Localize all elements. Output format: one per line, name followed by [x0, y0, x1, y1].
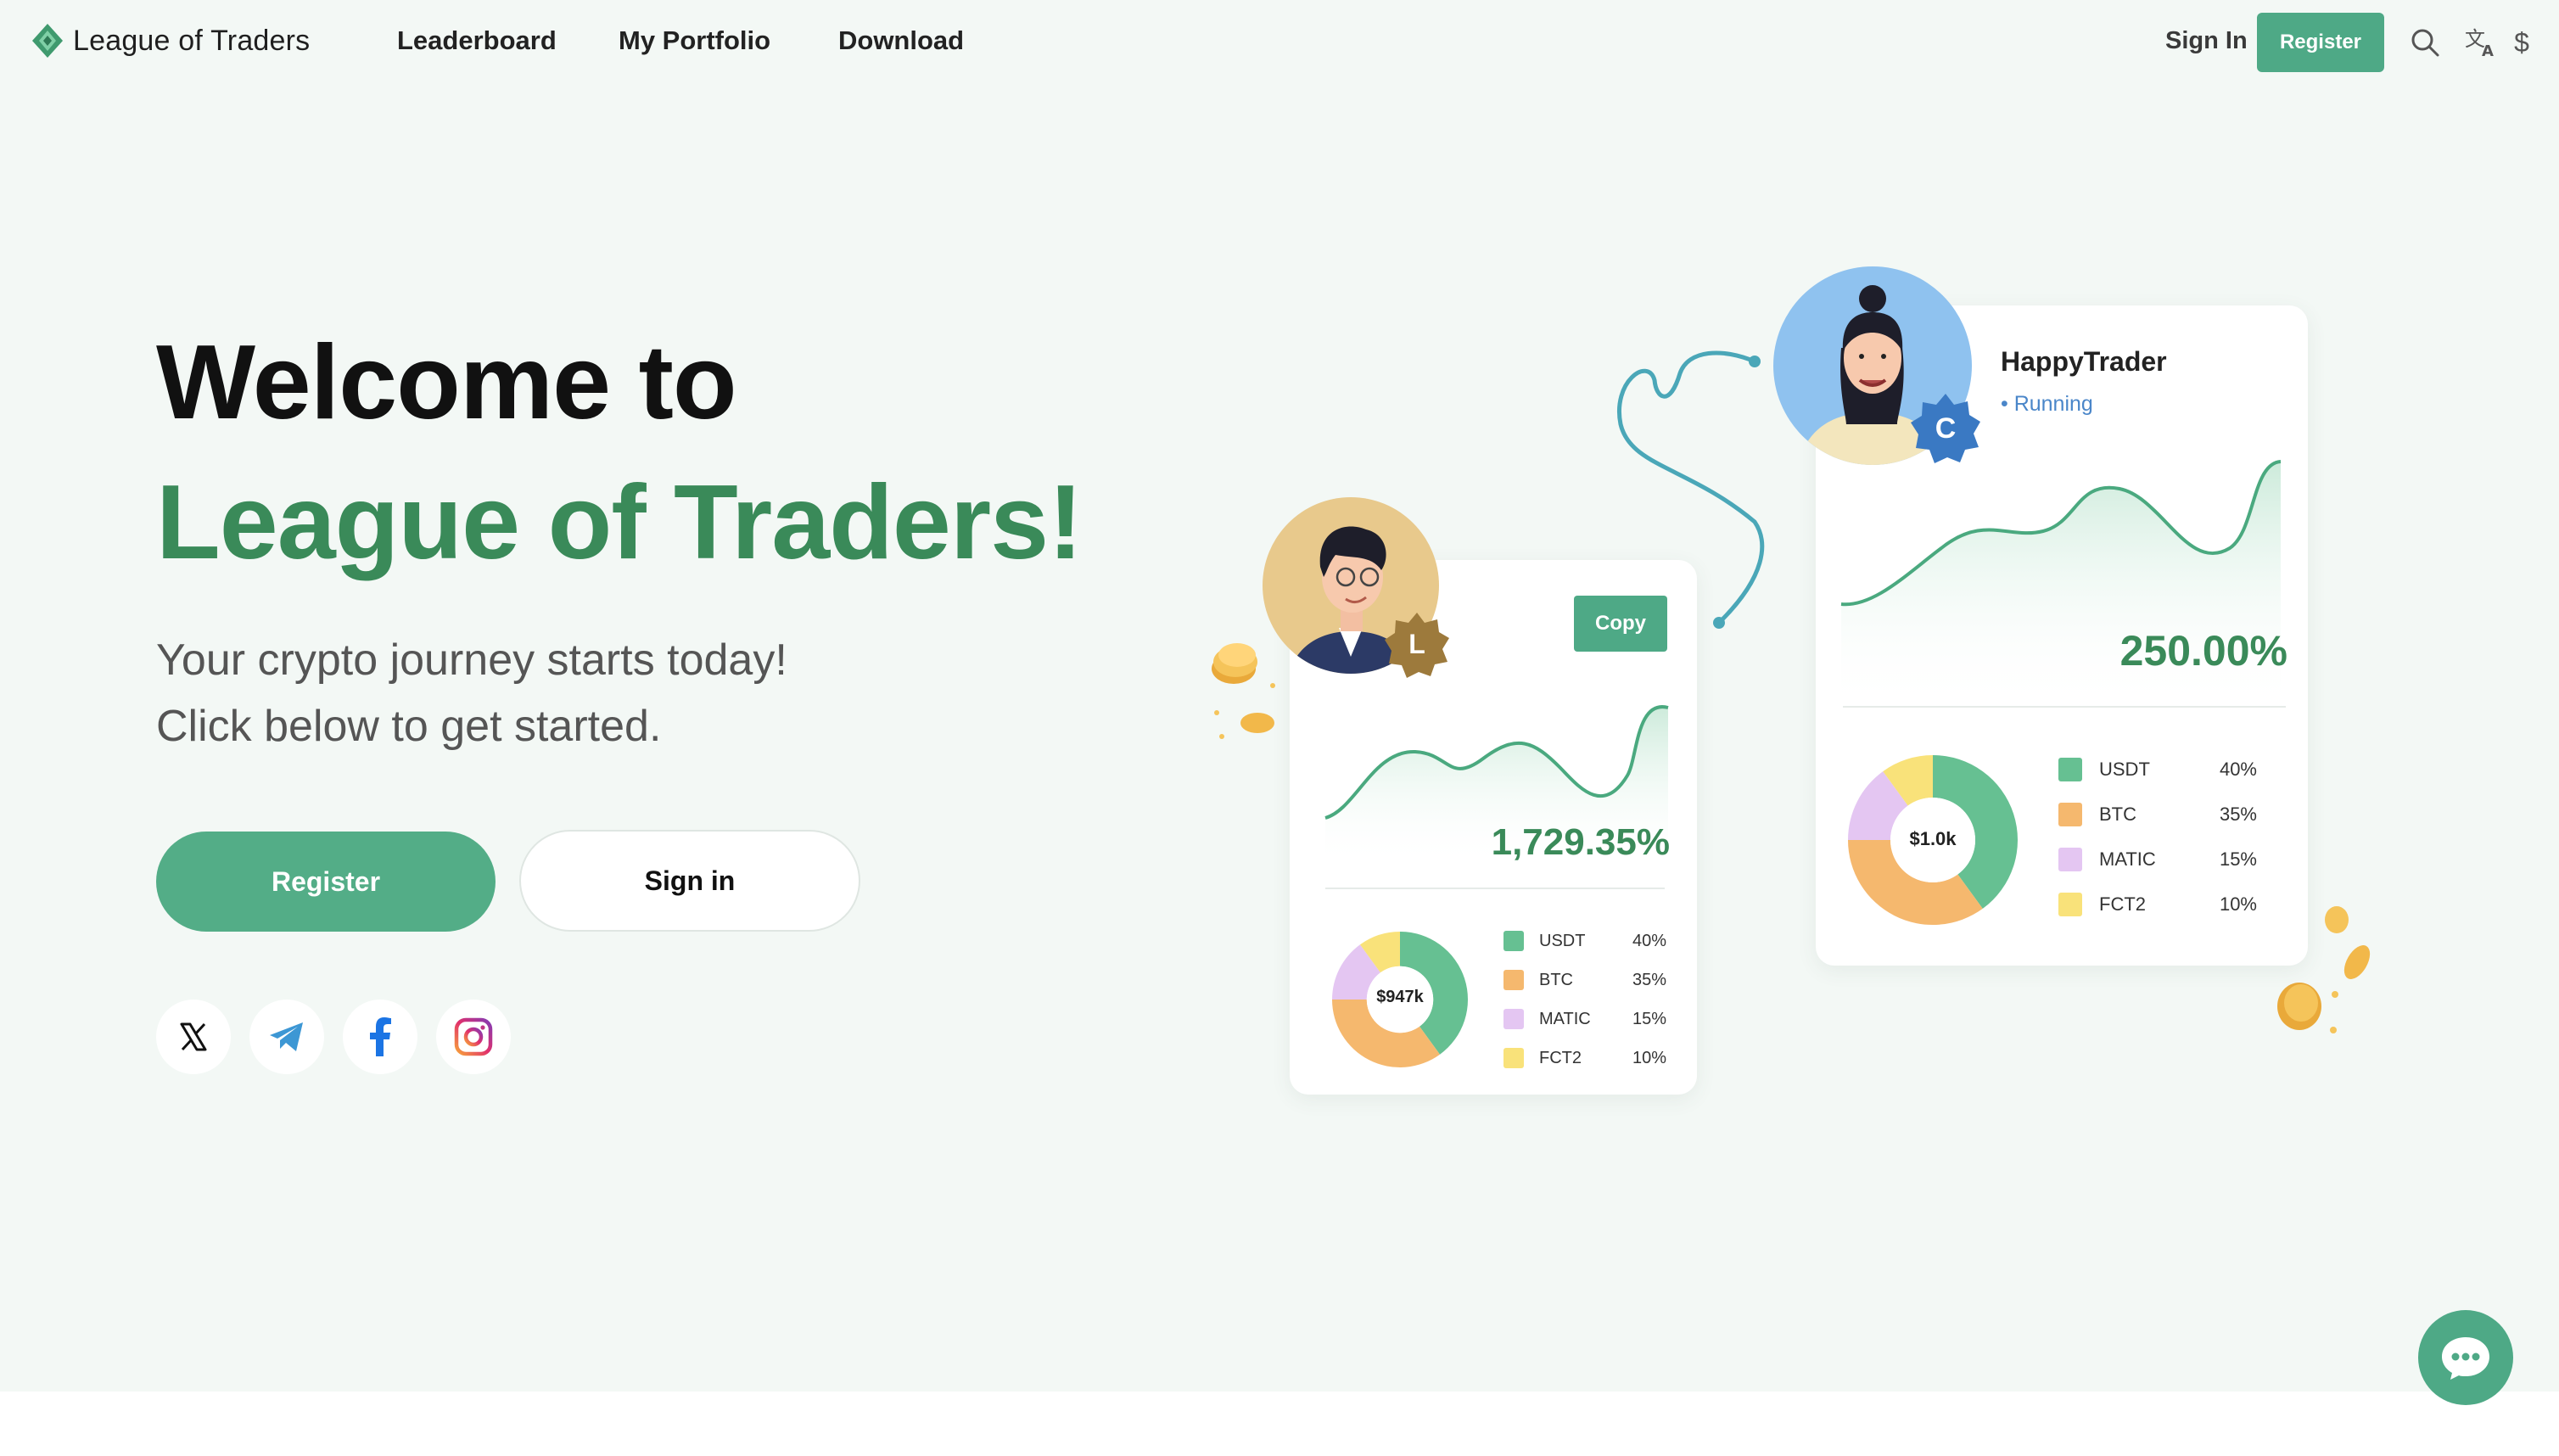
logo-text: League of Traders: [73, 24, 311, 57]
legend-row-fct2: FCT2 10%: [2058, 882, 2257, 927]
legend-row-matic: MATIC 15%: [2058, 837, 2257, 882]
facebook-icon[interactable]: [343, 1000, 417, 1074]
legend-row-usdt: USDT 40%: [2058, 747, 2257, 792]
legend-pct: 15%: [1632, 1009, 1666, 1028]
legend-asset: FCT2: [2099, 893, 2146, 915]
rank-badge-right-letter: C: [1935, 412, 1957, 445]
legend-asset: MATIC: [1539, 1009, 1591, 1028]
legend-pct: 15%: [2219, 848, 2257, 870]
rank-badge-left: L: [1385, 613, 1449, 678]
legend-swatch-fct2: [1503, 1048, 1524, 1068]
rank-badge-left-letter: L: [1408, 629, 1425, 659]
rank-badge-right: C: [1911, 394, 1980, 463]
logo[interactable]: League of Traders: [31, 22, 310, 59]
legend-row-btc: BTC 35%: [2058, 792, 2257, 837]
legend-swatch-matic: [1503, 1009, 1524, 1029]
nav-download[interactable]: Download: [838, 25, 964, 56]
legend-pct: 35%: [1632, 970, 1666, 989]
search-icon[interactable]: [2408, 25, 2442, 59]
allocation-legend-right: USDT 40% BTC 35% MATIC 15% FCT2 10%: [2058, 747, 2257, 927]
legend-swatch-btc: [2058, 802, 2082, 826]
legend-row-matic: MATIC 15%: [1503, 1000, 1666, 1039]
legend-pct: 40%: [2219, 758, 2257, 780]
legend-swatch-fct2: [2058, 892, 2082, 916]
legend-asset: FCT2: [1539, 1048, 1582, 1067]
card-divider-right: [1843, 706, 2286, 708]
legend-pct: 35%: [2219, 803, 2257, 825]
nav-my-portfolio[interactable]: My Portfolio: [619, 25, 770, 56]
currency-icon[interactable]: $: [2505, 25, 2539, 59]
legend-pct: 10%: [1632, 1048, 1666, 1067]
top-navigation: League of Traders Leaderboard My Portfol…: [0, 0, 2559, 85]
hero-register-button[interactable]: Register: [156, 832, 496, 932]
legend-swatch-matic: [2058, 847, 2082, 871]
trader-name[interactable]: HappyTrader: [2001, 346, 2167, 378]
telegram-icon[interactable]: [249, 1000, 324, 1074]
page-footer-band: [0, 1392, 2559, 1456]
x-icon[interactable]: [156, 1000, 231, 1074]
translate-icon[interactable]: 文 A: [2464, 25, 2498, 59]
hero-title-line2: League of Traders!: [156, 464, 1083, 581]
chat-bubble-icon: [2442, 1337, 2489, 1380]
hero-subtitle-line1: Your crypto journey starts today!: [156, 636, 787, 685]
logo-diamond-icon: [32, 24, 63, 58]
legend-pct: 40%: [1632, 931, 1666, 950]
allocation-legend-left: USDT 40% BTC 35% MATIC 15% FCT2 10%: [1503, 921, 1666, 1078]
hero-subtitle-line2: Click below to get started.: [156, 702, 662, 751]
chat-support-button[interactable]: [2418, 1310, 2513, 1405]
legend-asset: USDT: [1539, 931, 1586, 950]
legend-swatch-usdt: [2058, 757, 2082, 781]
hero-title-line1: Welcome to: [156, 324, 737, 441]
legend-asset: USDT: [2099, 758, 2150, 780]
copy-trade-button[interactable]: Copy: [1574, 596, 1667, 652]
legend-row-fct2: FCT2 10%: [1503, 1039, 1666, 1078]
legend-asset: BTC: [1539, 970, 1573, 989]
legend-asset: BTC: [2099, 803, 2136, 825]
return-percentage-left: 1,729.35%: [1491, 821, 1670, 863]
card-divider-left: [1325, 888, 1665, 889]
legend-swatch-usdt: [1503, 931, 1524, 951]
svg-text:A: A: [2482, 42, 2494, 58]
hero-signin-button[interactable]: Sign in: [519, 830, 860, 932]
nav-register-button[interactable]: Register: [2257, 13, 2384, 72]
legend-swatch-btc: [1503, 970, 1524, 990]
legend-pct: 10%: [2219, 893, 2257, 915]
portfolio-total-left: $947k: [1376, 988, 1424, 1006]
return-percentage-right: 250.00%: [2119, 627, 2287, 675]
instagram-icon[interactable]: [436, 1000, 511, 1074]
nav-sign-in-link[interactable]: Sign In: [2165, 27, 2248, 55]
legend-row-usdt: USDT 40%: [1503, 921, 1666, 960]
legend-asset: MATIC: [2099, 848, 2156, 870]
trader-status: • Running: [2001, 392, 2093, 416]
legend-row-btc: BTC 35%: [1503, 960, 1666, 1000]
nav-leaderboard[interactable]: Leaderboard: [397, 25, 557, 56]
portfolio-total-right: $1.0k: [1909, 828, 1957, 849]
